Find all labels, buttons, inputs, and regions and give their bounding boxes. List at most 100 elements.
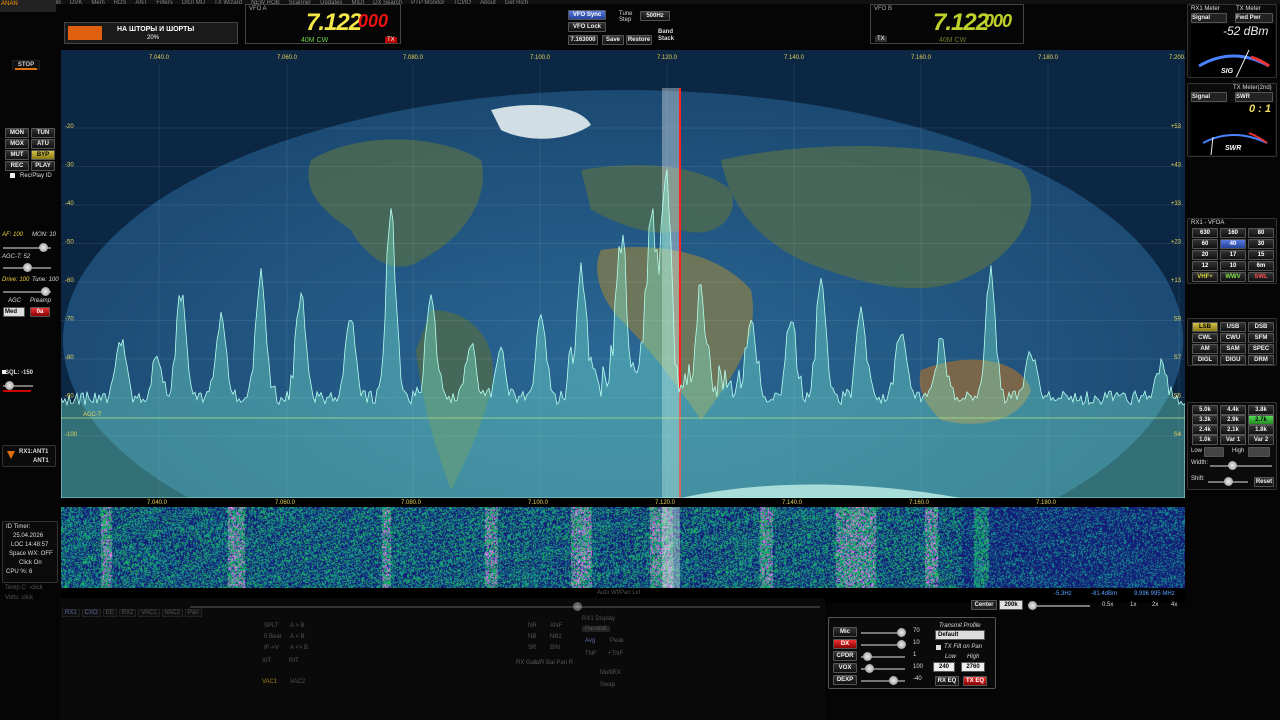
multirx-button[interactable]: MultiRX xyxy=(600,670,621,676)
filter-button[interactable]: 5.0k xyxy=(1192,405,1218,415)
meter2-left-select[interactable]: Signal xyxy=(1191,92,1227,102)
waterfall-canvas[interactable] xyxy=(61,506,1185,588)
auto-wf-pan-level[interactable]: Auto Wf/Pan Lvl xyxy=(597,590,640,596)
filter-reset-button[interactable]: Reset xyxy=(1254,477,1274,487)
high-input[interactable]: 2760 xyxy=(961,662,985,672)
filter-button[interactable]: 3.3k xyxy=(1192,415,1218,425)
menu-item[interactable]: TCI/IQ xyxy=(453,0,471,4)
menu-item[interactable]: Filters xyxy=(156,0,172,4)
bin-button[interactable]: BIN xyxy=(550,645,560,651)
space-wx[interactable]: Space WX: OFF xyxy=(9,551,53,557)
af-slider[interactable] xyxy=(3,243,51,252)
zoom-4x[interactable]: 4x xyxy=(1171,602,1177,608)
swap-button[interactable]: Swap xyxy=(600,682,615,688)
b-to-a-button[interactable]: A < B xyxy=(290,634,305,640)
filter-low-input[interactable] xyxy=(1204,447,1224,457)
vfo-b-display[interactable]: VFO B 7.122 000 40M CW TX xyxy=(870,4,1024,44)
mode-button-cwl[interactable]: CWL xyxy=(1192,333,1218,343)
dexp-button[interactable]: DEXP xyxy=(833,675,857,685)
menu-item[interactable]: Get Rich xyxy=(505,0,528,4)
dx-slider[interactable] xyxy=(861,640,906,649)
tx-eq-button[interactable]: TX EQ xyxy=(963,676,987,686)
vfo-sync-button[interactable]: VFO Sync xyxy=(568,10,606,20)
waterfall[interactable] xyxy=(61,506,1185,588)
vfo-a-tx-badge[interactable]: TX xyxy=(385,37,397,43)
filter-button[interactable]: 1.0k xyxy=(1192,435,1218,445)
if-to-v-button[interactable]: IF->V xyxy=(264,645,279,651)
promo-banner[interactable]: НА ШТОРЫ И ШОРТЫ 20% xyxy=(64,22,238,44)
vfo-memory-freq[interactable]: 7.163000 xyxy=(568,35,598,45)
vfo-b-frequency[interactable]: 7.122 xyxy=(933,9,989,37)
menu-item[interactable]: DIGI MU xyxy=(182,0,205,4)
swap-ab-button[interactable]: A <> B xyxy=(290,645,308,651)
tx-filt-checkbox[interactable] xyxy=(936,645,941,650)
mode-button-digl[interactable]: DIGL xyxy=(1192,355,1218,365)
band-button-60[interactable]: 60 xyxy=(1192,239,1218,249)
menu-item[interactable]: TX Wizard xyxy=(214,0,242,4)
atu-button[interactable]: ATU xyxy=(31,139,55,149)
filter-button[interactable]: Var 2 xyxy=(1248,435,1274,445)
filter-button[interactable]: 2.7k xyxy=(1248,415,1274,425)
mode-button-cwu[interactable]: CWU xyxy=(1220,333,1246,343)
zero-beat-button[interactable]: 0 Beat xyxy=(264,634,281,640)
pan-slider[interactable] xyxy=(190,602,820,611)
lower-tab[interactable]: CXO xyxy=(81,609,101,617)
low-input[interactable]: 240 xyxy=(933,662,955,672)
mode-button-drm[interactable]: DRM xyxy=(1248,355,1274,365)
rec-button[interactable]: REC xyxy=(5,161,29,171)
mut-button[interactable]: MUT xyxy=(5,150,29,160)
menu-item[interactable]: PTP Monitor xyxy=(411,0,444,4)
mode-button-am[interactable]: AM xyxy=(1192,344,1218,354)
avg-button[interactable]: Avg xyxy=(585,638,595,644)
drive-slider[interactable] xyxy=(3,287,51,296)
mode-button-digu[interactable]: DIGU xyxy=(1220,355,1246,365)
play-button[interactable]: PLAY xyxy=(31,161,55,171)
mic-slider[interactable] xyxy=(861,628,906,637)
lower-tab[interactable]: RX1 xyxy=(62,609,80,617)
mode-button-usb[interactable]: USB xyxy=(1220,322,1246,332)
mic-button[interactable]: Mic xyxy=(833,627,857,637)
menu-item[interactable]: About xyxy=(480,0,496,4)
mode-button-sam[interactable]: SAM xyxy=(1220,344,1246,354)
sql-slider[interactable] xyxy=(3,381,33,390)
meter2-right-select[interactable]: SWR xyxy=(1235,92,1273,102)
restore-button[interactable]: Restore xyxy=(626,35,652,45)
split-button[interactable]: SPLT xyxy=(264,623,279,629)
band-button-30[interactable]: 30 xyxy=(1248,239,1274,249)
band-button-10[interactable]: 10 xyxy=(1220,261,1246,271)
band-button-6m[interactable]: 6m xyxy=(1248,261,1274,271)
filter-high-input[interactable] xyxy=(1248,447,1270,457)
band-button-80[interactable]: 80 xyxy=(1248,228,1274,238)
byp-button[interactable]: BYP xyxy=(31,150,55,160)
filter-button[interactable]: 2.9k xyxy=(1220,415,1246,425)
filter-shift-slider[interactable] xyxy=(1208,477,1248,486)
mox-button[interactable]: MOX xyxy=(5,139,29,149)
zoom-0-5x[interactable]: 0.5x xyxy=(1102,602,1113,608)
tun-button[interactable]: TUN xyxy=(31,128,55,138)
band-button-160[interactable]: 160 xyxy=(1220,228,1246,238)
rx-eq-button[interactable]: RX EQ xyxy=(935,676,959,686)
preamp-select[interactable]: 0a xyxy=(30,307,50,317)
cpdr-slider[interactable] xyxy=(861,652,905,661)
display-mode-select[interactable]: Panafall xyxy=(582,626,610,632)
cpdr-button[interactable]: CPDR xyxy=(833,651,857,661)
center-button[interactable]: Center xyxy=(971,600,997,610)
lower-tab[interactable]: EE xyxy=(102,609,117,617)
band-button-40[interactable]: 40 xyxy=(1220,239,1246,249)
vfo-b-frequency-sub[interactable]: 000 xyxy=(984,11,1012,32)
mode-button-spec[interactable]: SPEC xyxy=(1248,344,1274,354)
sr-button[interactable]: SR xyxy=(528,645,536,651)
band-button-vhf+[interactable]: VHF+ xyxy=(1192,272,1218,282)
mode-button-sfm[interactable]: SFM xyxy=(1248,333,1274,343)
vox-slider[interactable] xyxy=(861,664,905,673)
menu-item[interactable]: ANT xyxy=(135,0,147,4)
menu-item[interactable]: RDS xyxy=(114,0,127,4)
filter-button[interactable]: 1.8k xyxy=(1248,425,1274,435)
band-button-630[interactable]: 630 xyxy=(1192,228,1218,238)
zoom-slider[interactable] xyxy=(1028,601,1090,610)
filter-width-slider[interactable] xyxy=(1210,461,1272,470)
lower-tab[interactable]: VAC1 xyxy=(138,609,160,617)
anf-button[interactable]: ANF xyxy=(550,623,562,629)
save-button[interactable]: Save xyxy=(602,35,624,45)
tx-meter-select[interactable]: Fwd Pwr xyxy=(1235,13,1273,23)
